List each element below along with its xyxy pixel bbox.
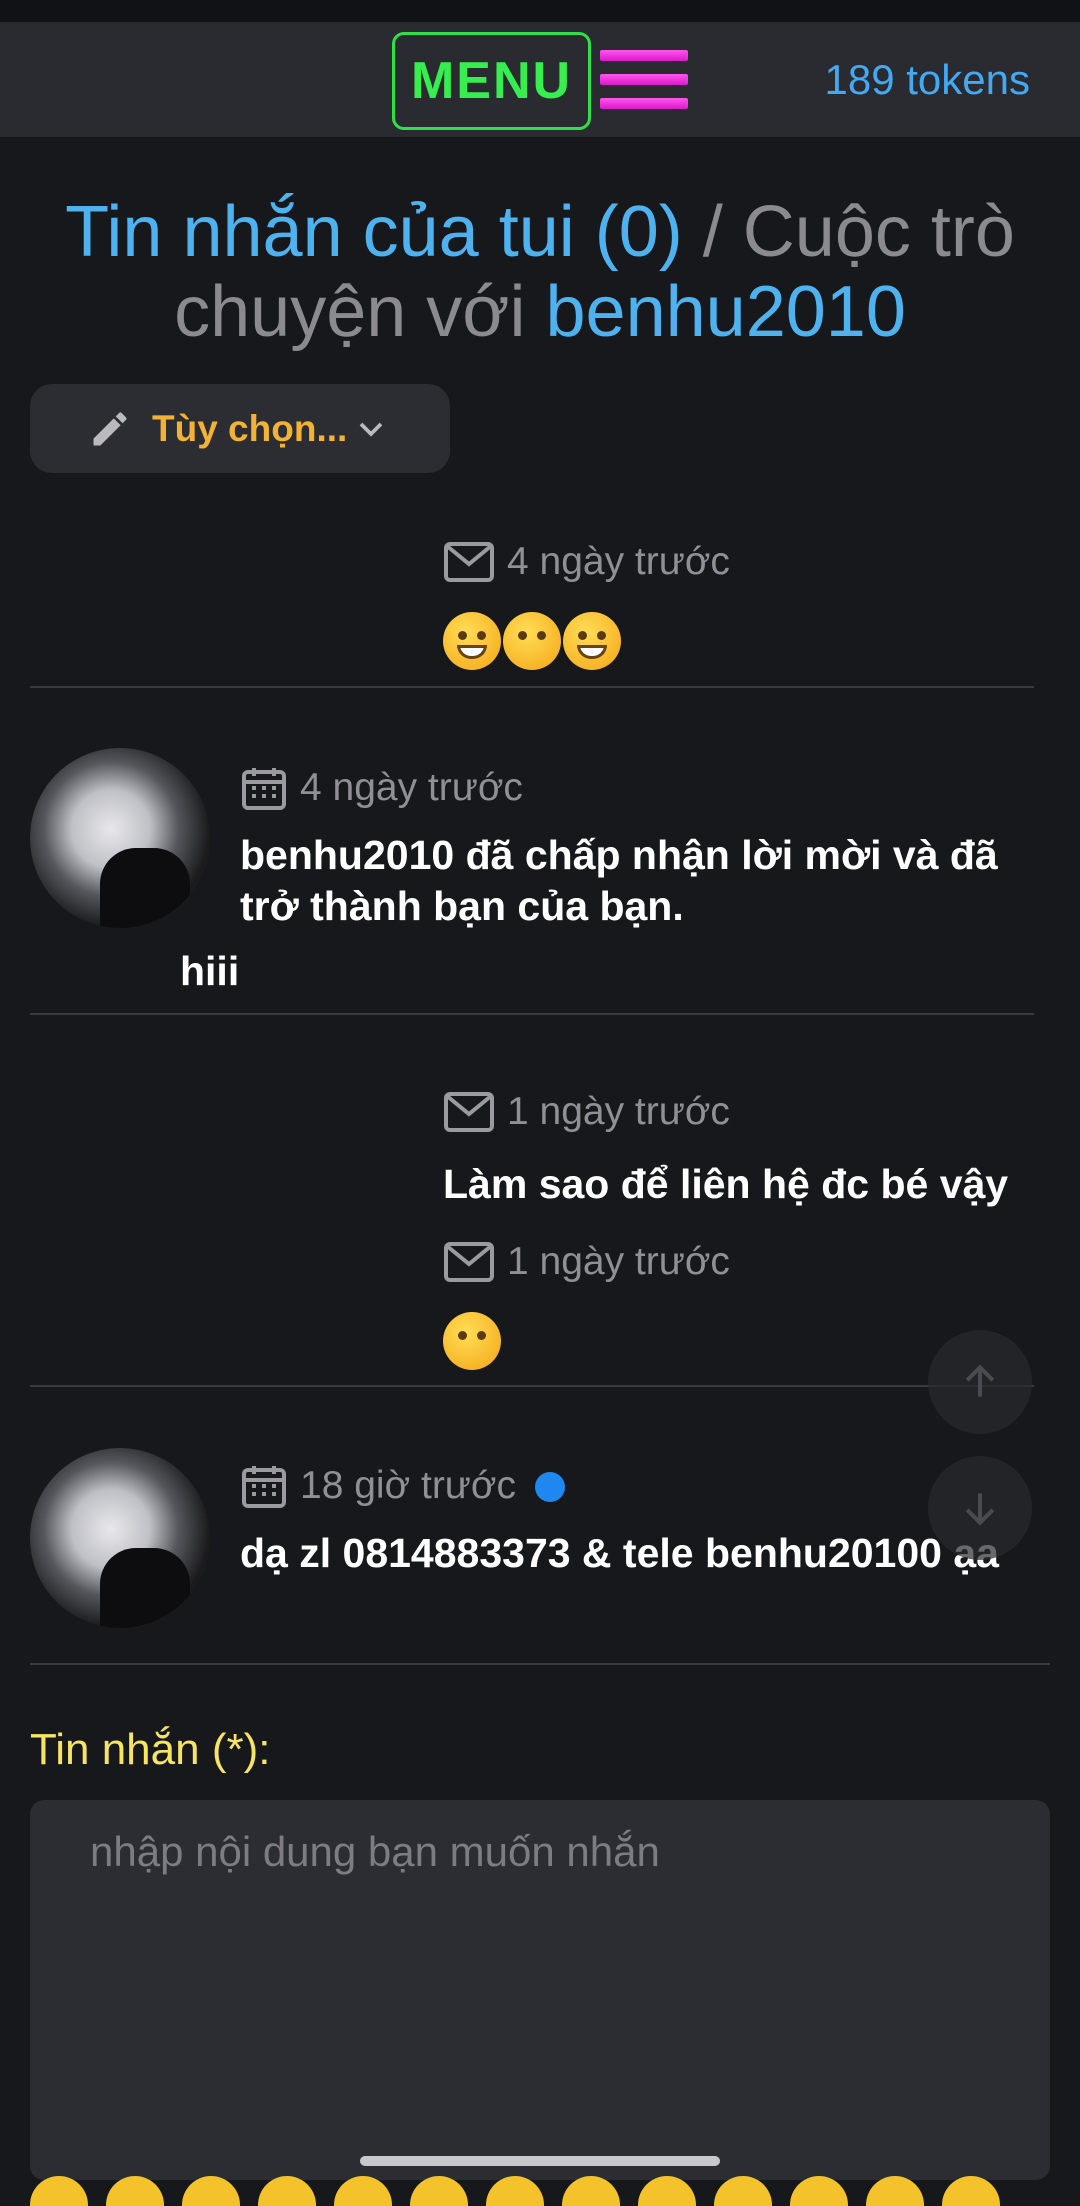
partner-link[interactable]: benhu2010 bbox=[546, 272, 906, 352]
message-time: 1 ngày trước bbox=[507, 1240, 730, 1283]
home-indicator[interactable] bbox=[360, 2156, 720, 2166]
emoji-picker-row[interactable] bbox=[30, 2176, 1000, 2206]
arrow-down-icon bbox=[965, 1493, 995, 1526]
scroll-up-button[interactable] bbox=[928, 1330, 1032, 1434]
emoji-option[interactable] bbox=[334, 2176, 392, 2206]
arrow-up-icon bbox=[965, 1364, 995, 1397]
chevron-down-icon bbox=[359, 422, 383, 437]
divider bbox=[30, 1013, 1034, 1015]
blush-emoji bbox=[443, 1312, 501, 1370]
pencil-icon bbox=[93, 411, 127, 445]
emoji-option[interactable] bbox=[790, 2176, 848, 2206]
sweat-smile-emoji bbox=[563, 612, 621, 670]
message-input[interactable] bbox=[30, 1800, 1050, 2180]
message-subtext: hiii bbox=[180, 948, 240, 994]
message-meta: 1 ngày trước bbox=[443, 1238, 730, 1286]
emoji-option[interactable] bbox=[258, 2176, 316, 2206]
calendar-icon bbox=[242, 1466, 286, 1508]
message-time: 18 giờ trước bbox=[300, 1464, 516, 1507]
divider bbox=[30, 1385, 1034, 1387]
avatar[interactable] bbox=[30, 1448, 210, 1628]
message-text: dạ zl 0814883373 & tele benhu20100 ạa bbox=[240, 1530, 999, 1576]
message-emoji bbox=[443, 1312, 501, 1370]
message-meta: 4 ngày trước bbox=[240, 764, 523, 812]
hamburger-icon[interactable] bbox=[600, 48, 690, 112]
scroll-down-button[interactable] bbox=[928, 1456, 1032, 1560]
emoji-option[interactable] bbox=[866, 2176, 924, 2206]
divider bbox=[30, 1663, 1050, 1665]
envelope-icon bbox=[444, 1242, 494, 1282]
emoji-option[interactable] bbox=[562, 2176, 620, 2206]
message-meta: 4 ngày trước bbox=[443, 538, 730, 586]
tokens-balance[interactable]: 189 tokens bbox=[825, 56, 1031, 104]
message-time: 4 ngày trước bbox=[507, 540, 730, 583]
message-time: 4 ngày trước bbox=[300, 766, 523, 809]
emoji-option[interactable] bbox=[714, 2176, 772, 2206]
divider bbox=[30, 686, 1034, 688]
kiss-emoji bbox=[503, 612, 561, 670]
emoji-option[interactable] bbox=[106, 2176, 164, 2206]
page-title: Tin nhắn của tui (0) / Cuộc trò chuyện v… bbox=[30, 192, 1050, 352]
emoji-option[interactable] bbox=[30, 2176, 88, 2206]
inbox-link[interactable]: Tin nhắn của tui (0) bbox=[65, 192, 683, 272]
unread-dot bbox=[535, 1472, 565, 1502]
emoji-option[interactable] bbox=[486, 2176, 544, 2206]
message-text: benhu2010 đã chấp nhận lời mời và đã trở… bbox=[240, 832, 998, 929]
menu-button[interactable]: MENU bbox=[392, 32, 591, 130]
options-dropdown[interactable]: Tùy chọn... bbox=[30, 384, 450, 473]
emoji-option[interactable] bbox=[182, 2176, 240, 2206]
message-meta: 1 ngày trước bbox=[443, 1088, 730, 1136]
message-emoji bbox=[443, 612, 621, 670]
emoji-option[interactable] bbox=[942, 2176, 1000, 2206]
envelope-icon bbox=[444, 542, 494, 582]
message-label: Tin nhắn (*): bbox=[30, 1725, 271, 1774]
envelope-icon bbox=[444, 1092, 494, 1132]
message-text: Làm sao để liên hệ đc bé vậy bbox=[443, 1161, 1009, 1207]
message-meta: 18 giờ trước bbox=[240, 1462, 516, 1510]
avatar[interactable] bbox=[30, 748, 210, 928]
options-label: Tùy chọn... bbox=[152, 407, 348, 449]
emoji-option[interactable] bbox=[410, 2176, 468, 2206]
calendar-icon bbox=[242, 768, 286, 810]
emoji-option[interactable] bbox=[638, 2176, 696, 2206]
message-time: 1 ngày trước bbox=[507, 1090, 730, 1133]
status-bar bbox=[0, 0, 1080, 22]
sweat-smile-emoji bbox=[443, 612, 501, 670]
top-bar: MENU 189 tokens bbox=[0, 22, 1080, 137]
